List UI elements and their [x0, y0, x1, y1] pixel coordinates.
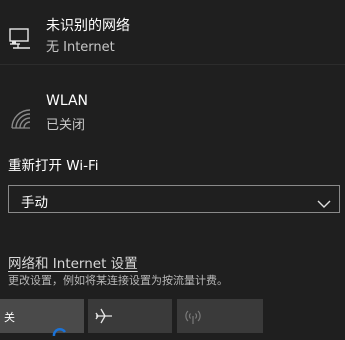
network-item-wlan[interactable]: WLAN 已关闭: [0, 88, 345, 138]
network-name: 未识别的网络: [46, 18, 130, 34]
airplane-mode-quick-action[interactable]: [88, 299, 172, 333]
wifi-reopen-label: 重新打开 Wi-Fi: [8, 158, 99, 174]
mobile-hotspot-icon: [183, 307, 203, 325]
network-settings-link[interactable]: 网络和 Internet 设置: [8, 252, 138, 272]
wifi-state-label: 关: [4, 311, 15, 324]
network-item-ethernet[interactable]: 未识别的网络 无 Internet: [0, 8, 345, 60]
network-status: 无 Internet: [46, 40, 115, 55]
busy-cursor-icon: [52, 321, 67, 337]
ethernet-network-icon: [8, 26, 34, 52]
wifi-quick-action[interactable]: 关: [0, 299, 84, 333]
wifi-off-icon: [8, 106, 34, 132]
chevron-down-icon: [317, 194, 331, 208]
mobile-hotspot-quick-action[interactable]: [177, 299, 263, 333]
wifi-reopen-dropdown[interactable]: 手动: [8, 185, 340, 213]
airplane-icon: [94, 307, 114, 325]
network-settings-description: 更改设置，例如将某连接设置为按流量计费。: [8, 274, 228, 287]
network-name: WLAN: [46, 93, 89, 109]
network-status: 已关闭: [46, 118, 86, 133]
divider: [0, 64, 345, 65]
dropdown-selected-value: 手动: [21, 195, 48, 211]
network-flyout: 未识别的网络 无 Internet WLAN 已关闭 重新打开 Wi-Fi 手动…: [0, 0, 345, 337]
